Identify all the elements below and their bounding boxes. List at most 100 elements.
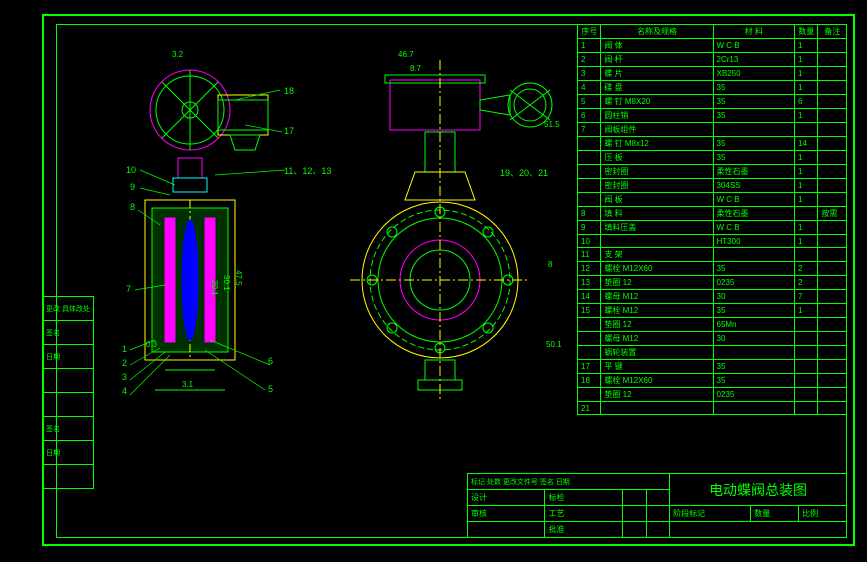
parts-cell — [795, 318, 818, 332]
parts-cell: 螺母 M12 — [601, 290, 713, 304]
parts-cell — [818, 332, 847, 346]
parts-cell: 1 — [795, 109, 818, 123]
tb-small: 更改文件号 — [503, 479, 538, 486]
parts-cell — [578, 165, 601, 179]
parts-cell: W C B — [713, 193, 795, 207]
col-num: 序号 — [578, 25, 601, 39]
parts-cell: 2 — [795, 262, 818, 276]
callout: 5 — [268, 384, 273, 394]
parts-cell: 1 — [795, 193, 818, 207]
parts-cell: 平 键 — [601, 360, 713, 374]
parts-cell: 1 — [795, 221, 818, 235]
parts-cell: 柔性石墨 — [713, 207, 795, 221]
parts-cell: 35 — [713, 95, 795, 109]
parts-cell — [578, 346, 601, 360]
parts-cell: 9 — [578, 221, 601, 235]
parts-cell: 阀板组件 — [601, 123, 713, 137]
parts-cell — [795, 374, 818, 388]
dim: 3.2 — [172, 50, 183, 59]
drawing-views — [70, 40, 580, 460]
col-note: 备注 — [818, 25, 847, 39]
parts-cell: 65Mn — [713, 318, 795, 332]
parts-cell — [818, 304, 847, 318]
parts-cell — [795, 360, 818, 374]
tb-cell: 阶段标记 — [670, 506, 751, 522]
parts-cell — [818, 221, 847, 235]
parts-cell: 3 — [578, 67, 601, 81]
parts-cell: 14 — [795, 137, 818, 151]
callout: 6 — [268, 356, 273, 366]
tb-cell: 批准 — [545, 522, 622, 538]
tb-cell: 审核 — [468, 506, 545, 522]
parts-cell: 7 — [795, 290, 818, 304]
parts-cell: 填 料 — [601, 207, 713, 221]
parts-cell — [578, 151, 601, 165]
parts-cell: 垫圈 12 — [601, 318, 713, 332]
strip-cell — [43, 465, 94, 489]
parts-cell: 5 — [578, 95, 601, 109]
col-name: 名称及规格 — [601, 25, 713, 39]
parts-cell: 18 — [578, 374, 601, 388]
parts-cell: 1 — [795, 304, 818, 318]
parts-cell: 1 — [795, 67, 818, 81]
parts-cell: 压 板 — [601, 151, 713, 165]
parts-cell: HT300 — [713, 235, 795, 248]
parts-cell: 螺 钉 M8X20 — [601, 95, 713, 109]
tb-cell: 数量 — [751, 506, 799, 522]
parts-cell: 0235 — [713, 388, 795, 402]
dim: 50.1 — [546, 340, 562, 349]
parts-cell: 1 — [795, 235, 818, 248]
parts-cell: 1 — [795, 39, 818, 53]
parts-cell — [818, 165, 847, 179]
parts-cell: 1 — [578, 39, 601, 53]
parts-cell — [818, 346, 847, 360]
parts-cell — [818, 81, 847, 95]
parts-cell — [601, 235, 713, 248]
tb-cell: 标检 — [545, 490, 622, 506]
parts-cell — [818, 235, 847, 248]
parts-cell: 6 — [795, 95, 818, 109]
parts-cell: 1 — [795, 179, 818, 193]
dim: 3.1 — [182, 380, 193, 389]
parts-cell: 螺 钉 M8x12 — [601, 137, 713, 151]
parts-cell: 阀 板 — [601, 193, 713, 207]
parts-list: 序号 名称及规格 材 料 数量 备注 1阀 体W C B12阀 杆2Cr1313… — [577, 24, 847, 415]
parts-cell: W C B — [713, 221, 795, 235]
parts-cell: XB250 — [713, 67, 795, 81]
parts-cell — [713, 346, 795, 360]
callout: 8 — [130, 202, 135, 212]
dim: 8 — [548, 260, 552, 269]
parts-cell: 圆柱销 — [601, 109, 713, 123]
parts-cell — [818, 67, 847, 81]
parts-cell — [818, 137, 847, 151]
parts-cell: 螺母 M12 — [601, 332, 713, 346]
parts-cell: 1 — [795, 165, 818, 179]
parts-cell: 17 — [578, 360, 601, 374]
parts-cell: 螺栓 M12 — [601, 304, 713, 318]
parts-cell — [818, 53, 847, 67]
parts-cell — [818, 262, 847, 276]
parts-cell: 30 — [713, 332, 795, 346]
parts-cell: 4 — [578, 81, 601, 95]
parts-cell — [578, 193, 601, 207]
parts-cell — [578, 388, 601, 402]
parts-cell: 35 — [713, 81, 795, 95]
callout: 19、20、21 — [500, 166, 548, 179]
tb-cell: 工艺 — [545, 506, 622, 522]
parts-cell — [818, 39, 847, 53]
parts-cell: 35 — [713, 304, 795, 318]
parts-cell: 垫圈 12 — [601, 388, 713, 402]
parts-cell: 碟 盘 — [601, 81, 713, 95]
parts-cell — [818, 109, 847, 123]
callout: 7 — [126, 284, 131, 294]
parts-cell — [818, 248, 847, 262]
parts-cell: 填料压盖 — [601, 221, 713, 235]
parts-cell — [818, 318, 847, 332]
parts-cell — [795, 332, 818, 346]
parts-cell: 6 — [578, 109, 601, 123]
parts-cell — [713, 402, 795, 415]
callout: 10 — [126, 165, 136, 175]
callout: 9 — [130, 182, 135, 192]
parts-cell — [578, 318, 601, 332]
parts-cell — [578, 332, 601, 346]
